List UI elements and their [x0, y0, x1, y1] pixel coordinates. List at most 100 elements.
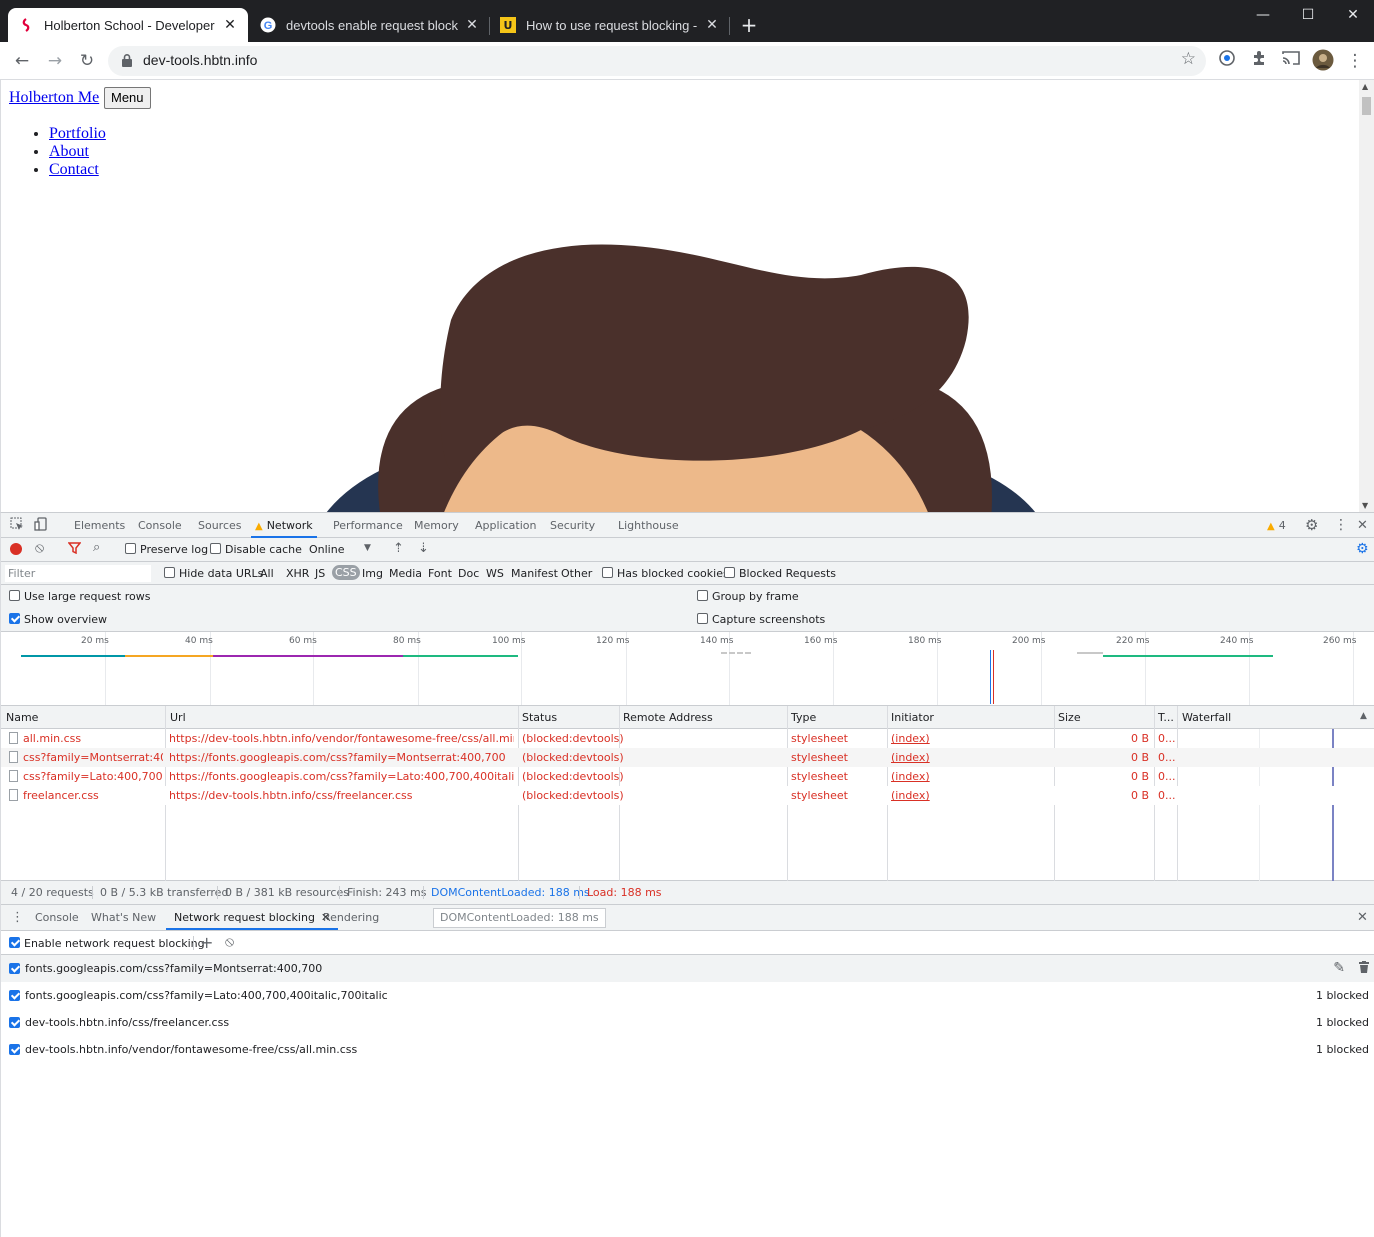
filter-funnel-icon[interactable]: [67, 542, 82, 557]
filter-type-media[interactable]: Media: [389, 567, 422, 580]
cast-icon[interactable]: [1279, 49, 1303, 73]
search-icon[interactable]: ⌕: [93, 540, 100, 555]
page-vertical-scrollbar[interactable]: ▲ ▼: [1359, 80, 1374, 512]
filter-type-font[interactable]: Font: [428, 567, 452, 580]
pattern-checkbox[interactable]: [9, 963, 20, 974]
remove-all-patterns-icon[interactable]: ⦸: [225, 934, 234, 950]
tab-performance[interactable]: Performance: [333, 513, 403, 538]
close-window-icon[interactable]: ✕: [1330, 0, 1374, 30]
close-tab-icon[interactable]: ✕: [464, 17, 480, 33]
devtools-close-icon[interactable]: ✕: [1357, 513, 1368, 538]
list-item[interactable]: fonts.googleapis.com/css?family=Lato:400…: [1, 982, 1374, 1009]
hide-data-urls-checkbox[interactable]: Hide data URLs: [164, 567, 263, 580]
extensions-puzzle-icon[interactable]: [1247, 49, 1271, 73]
table-row[interactable]: all.min.css https://dev-tools.hbtn.info/…: [1, 729, 1374, 748]
scroll-down-arrow-icon[interactable]: ▼: [1362, 501, 1368, 510]
blocked-requests-checkbox[interactable]: Blocked Requests: [724, 567, 836, 580]
browser-tab-holberton[interactable]: Holberton School - Developer to ✕: [8, 8, 248, 42]
pattern-checkbox[interactable]: [9, 1044, 20, 1055]
scroll-up-arrow-icon[interactable]: ▲: [1362, 82, 1368, 91]
column-url[interactable]: Url: [170, 711, 186, 724]
filter-input[interactable]: Filter: [5, 565, 151, 582]
device-toolbar-icon[interactable]: [34, 513, 48, 538]
delete-trash-icon[interactable]: [1359, 961, 1369, 976]
scrollbar-thumb[interactable]: [1362, 97, 1371, 115]
tab-console[interactable]: Console: [138, 513, 182, 538]
sort-ascending-icon[interactable]: ▲: [1360, 711, 1367, 721]
browser-menu-icon[interactable]: ⋮: [1343, 49, 1367, 73]
column-remote-address[interactable]: Remote Address: [623, 711, 713, 724]
pattern-checkbox[interactable]: [9, 990, 20, 1001]
preserve-log-checkbox[interactable]: Preserve log: [125, 543, 208, 556]
edit-pencil-icon[interactable]: ✎: [1333, 960, 1345, 976]
list-item[interactable]: dev-tools.hbtn.info/css/freelancer.css 1…: [1, 1009, 1374, 1036]
devtools-settings-gear-icon[interactable]: ⚙: [1305, 513, 1318, 538]
forward-icon[interactable]: →: [43, 49, 67, 73]
filter-type-xhr[interactable]: XHR: [286, 567, 309, 580]
enable-blocking-checkbox[interactable]: Enable network request blocking: [9, 937, 205, 950]
network-settings-gear-icon[interactable]: ⚙: [1356, 541, 1369, 557]
drawer-tab-rendering[interactable]: Rendering: [323, 905, 379, 930]
request-initiator-link[interactable]: (index): [891, 732, 930, 745]
column-time[interactable]: T...: [1158, 711, 1174, 724]
tab-security[interactable]: Security: [550, 513, 595, 538]
tab-lighthouse[interactable]: Lighthouse: [618, 513, 679, 538]
devtools-more-options-icon[interactable]: ⋮: [1334, 513, 1348, 538]
tab-elements[interactable]: Elements: [74, 513, 125, 538]
browser-tab-google[interactable]: G devtools enable request blocking ✕: [250, 8, 490, 42]
reload-icon[interactable]: ↻: [75, 49, 99, 73]
tab-sources[interactable]: Sources: [198, 513, 242, 538]
filter-type-manifest[interactable]: Manifest: [511, 567, 558, 580]
tab-memory[interactable]: Memory: [414, 513, 459, 538]
address-bar[interactable]: dev-tools.hbtn.info ☆: [108, 46, 1206, 76]
inspect-element-icon[interactable]: [10, 513, 24, 538]
column-size[interactable]: Size: [1058, 711, 1081, 724]
filter-type-css[interactable]: CSS: [332, 565, 360, 580]
minimize-icon[interactable]: —: [1240, 0, 1286, 30]
table-row[interactable]: css?family=Lato:400,700,40... https://fo…: [1, 767, 1374, 786]
filter-type-ws[interactable]: WS: [486, 567, 504, 580]
back-icon[interactable]: ←: [10, 49, 34, 73]
nav-link-portfolio[interactable]: Portfolio: [49, 125, 106, 142]
column-name[interactable]: Name: [6, 711, 38, 724]
filter-type-img[interactable]: Img: [362, 567, 383, 580]
new-tab-button[interactable]: +: [738, 14, 760, 36]
large-rows-checkbox[interactable]: Use large request rows: [9, 590, 150, 603]
tab-application[interactable]: Application: [475, 513, 536, 538]
filter-type-doc[interactable]: Doc: [458, 567, 479, 580]
brand-link[interactable]: Holberton Me: [9, 89, 99, 107]
drawer-tab-network-request-blocking[interactable]: Network request blocking ✕: [166, 905, 339, 930]
filter-type-all[interactable]: All: [260, 567, 274, 580]
menu-button[interactable]: Menu: [104, 87, 151, 109]
table-row[interactable]: freelancer.css https://dev-tools.hbtn.in…: [1, 786, 1374, 805]
request-initiator-link[interactable]: (index): [891, 770, 930, 783]
password-manager-icon[interactable]: [1215, 49, 1239, 73]
disable-cache-checkbox[interactable]: Disable cache: [210, 543, 302, 556]
record-icon[interactable]: [10, 543, 22, 555]
import-har-icon[interactable]: ⇡: [393, 541, 404, 556]
drawer-menu-icon[interactable]: ⋮: [11, 905, 24, 930]
column-initiator[interactable]: Initiator: [891, 711, 934, 724]
browser-tab-udemy[interactable]: U How to use request blocking - Ch ✕: [490, 8, 730, 42]
network-overview-timeline[interactable]: 20 ms 40 ms 60 ms 80 ms 100 ms 120 ms 14…: [1, 632, 1374, 706]
request-initiator-link[interactable]: (index): [891, 789, 930, 802]
tab-network[interactable]: ▲ Network: [251, 513, 317, 538]
nav-link-contact[interactable]: Contact: [49, 161, 99, 178]
drawer-tab-whats-new[interactable]: What's New: [91, 905, 156, 930]
group-by-frame-checkbox[interactable]: Group by frame: [697, 590, 799, 603]
column-type[interactable]: Type: [791, 711, 816, 724]
nav-link-about[interactable]: About: [49, 143, 89, 160]
add-pattern-icon[interactable]: +: [200, 933, 213, 952]
profile-avatar[interactable]: [1311, 49, 1335, 73]
warnings-counter[interactable]: ▲ 4: [1267, 513, 1286, 538]
filter-type-other[interactable]: Other: [561, 567, 592, 580]
filter-type-js[interactable]: JS: [315, 567, 325, 580]
drawer-close-icon[interactable]: ✕: [1357, 905, 1368, 930]
export-har-icon[interactable]: ⇣: [418, 541, 429, 556]
show-overview-checkbox[interactable]: Show overview: [9, 613, 107, 626]
list-item[interactable]: fonts.googleapis.com/css?family=Montserr…: [1, 955, 1374, 982]
throttling-select[interactable]: Online ▼: [309, 543, 371, 556]
clear-icon[interactable]: ⦸: [35, 540, 44, 556]
drawer-tab-console[interactable]: Console: [35, 905, 79, 930]
list-item[interactable]: dev-tools.hbtn.info/vendor/fontawesome-f…: [1, 1036, 1374, 1063]
